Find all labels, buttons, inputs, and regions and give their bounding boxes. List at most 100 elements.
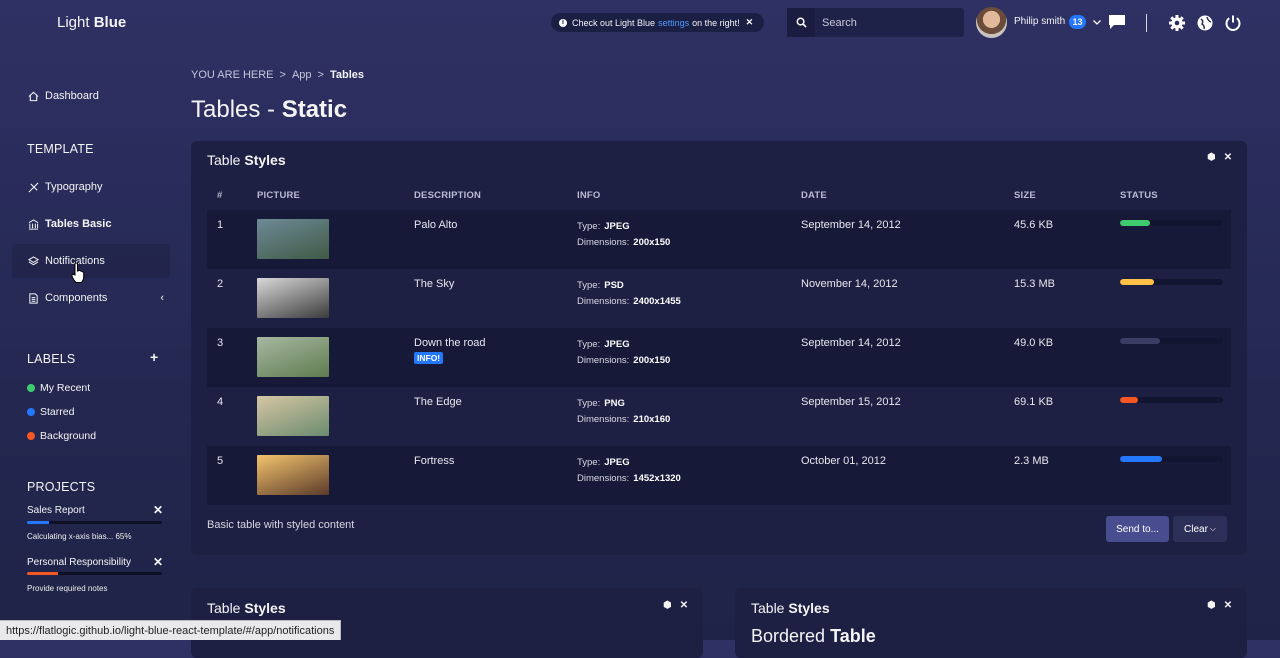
settings-cube-icon[interactable]: ⬢ xyxy=(663,600,672,611)
status-progress-bar xyxy=(1120,220,1223,226)
table-row: 3 Down the road INFO! Type: JPEG Dimensions: 2… xyxy=(207,328,1231,387)
date-cell: October 01, 2012 xyxy=(791,446,1004,505)
close-icon[interactable]: ✕ xyxy=(1224,600,1232,611)
project-progress-bar xyxy=(27,521,162,524)
description-cell: Down the road INFO! xyxy=(404,328,567,387)
info-type-line: Type: JPEG xyxy=(577,337,791,353)
chat-icon[interactable] xyxy=(1108,14,1126,35)
status-progress-fill xyxy=(1120,456,1163,462)
row-thumbnail[interactable] xyxy=(257,396,329,436)
info-cell: Type: PSD Dimensions: 2400x1455 xyxy=(567,269,791,328)
power-icon[interactable] xyxy=(1224,14,1242,37)
sidebar-item-label: Tables Basic xyxy=(45,218,112,230)
logo-bold-text: Blue xyxy=(93,14,127,31)
search-input[interactable] xyxy=(815,8,964,37)
label-item-starred[interactable]: Starred xyxy=(27,406,74,418)
column-header: STATUS xyxy=(1120,189,1158,201)
widget-controls: ⬢ ✕ xyxy=(1207,152,1232,163)
breadcrumb-app[interactable]: App xyxy=(292,69,312,81)
typography-icon xyxy=(27,181,39,193)
breadcrumb-separator: > xyxy=(279,69,286,81)
widget-title: Table Styles xyxy=(751,600,830,616)
status-progress-bar xyxy=(1120,456,1223,462)
user-name[interactable]: Philip smith xyxy=(1014,16,1065,27)
widget-title: Table Styles xyxy=(207,152,286,168)
info-dims-line: Dimensions: 1452x1320 xyxy=(577,471,791,487)
sidebar-item-label: Components xyxy=(45,292,108,304)
widget-subtitle-light: Bordered xyxy=(751,626,831,646)
info-dims-value: 1452x1320 xyxy=(633,473,681,484)
row-thumbnail[interactable] xyxy=(257,337,329,377)
label-text: My Recent xyxy=(40,382,91,394)
row-thumbnail[interactable] xyxy=(257,278,329,318)
date-cell: November 14, 2012 xyxy=(791,269,1004,328)
widget-subtitle-bold: Table xyxy=(830,626,876,646)
widget-title-light: Table xyxy=(207,600,245,616)
info-dims-label: Dimensions: xyxy=(577,237,630,248)
search-box xyxy=(787,8,964,37)
sidebar-item-dashboard[interactable]: Dashboard xyxy=(12,79,170,113)
row-thumbnail[interactable] xyxy=(257,455,329,495)
sidebar-item-label: Dashboard xyxy=(45,90,99,102)
layers-icon xyxy=(27,255,39,267)
close-icon[interactable]: ✕ xyxy=(1224,152,1232,163)
info-dims-label: Dimensions: xyxy=(577,296,630,307)
close-icon[interactable]: ✕ xyxy=(153,503,163,517)
sidebar-item-tables-basic[interactable]: Tables Basic xyxy=(12,207,170,241)
status-cell xyxy=(1110,328,1231,387)
info-type-value: JPEG xyxy=(604,457,630,468)
table-row: 2 The Sky Type: PSD Dimensions: 2400x1455 Nove… xyxy=(207,269,1231,328)
table-row: 1 Palo Alto Type: JPEG Dimensions: 200x150 Sep… xyxy=(207,210,1231,269)
globe-icon[interactable] xyxy=(1196,14,1214,37)
clear-dropdown-button[interactable]: Clear ⌵ xyxy=(1173,516,1227,542)
settings-cube-icon[interactable]: ⬢ xyxy=(1207,152,1216,163)
search-icon[interactable] xyxy=(787,8,815,37)
info-dims-value: 200x150 xyxy=(633,355,671,366)
gear-icon[interactable] xyxy=(1168,14,1186,37)
row-description: Palo Alto xyxy=(414,219,458,231)
sidebar-item-components[interactable]: Components ‹ xyxy=(12,281,170,315)
size-cell: 49.0 KB xyxy=(1004,328,1110,387)
row-number: 1 xyxy=(207,210,247,269)
label-item-my-recent[interactable]: My Recent xyxy=(27,382,90,394)
info-type-value: JPEG xyxy=(604,339,630,350)
close-icon[interactable]: ✕ xyxy=(680,600,688,611)
description-cell: Palo Alto xyxy=(404,210,567,269)
label-dot-icon xyxy=(27,432,35,440)
template-heading: TEMPLATE xyxy=(27,142,94,156)
send-to-button[interactable]: Send to... xyxy=(1106,516,1169,542)
size-cell: 15.3 MB xyxy=(1004,269,1110,328)
app-logo[interactable]: Light Blue xyxy=(57,14,126,31)
info-cell: Type: PNG Dimensions: 210x160 xyxy=(567,387,791,446)
info-type-label: Type: xyxy=(577,457,601,468)
project-note: Calculating x-axis bias... 65% xyxy=(27,532,132,541)
table-header-row: # PICTURE DESCRIPTION INFO DATE SIZE STA… xyxy=(207,180,1231,210)
close-icon[interactable]: ✕ xyxy=(746,17,754,28)
chevron-left-icon: ‹ xyxy=(160,292,164,304)
projects-heading: PROJECTS xyxy=(27,480,96,494)
row-number: 2 xyxy=(207,269,247,328)
home-icon xyxy=(27,90,39,102)
settings-link[interactable]: settings xyxy=(658,18,689,28)
status-cell xyxy=(1110,446,1231,505)
chevron-down-icon[interactable] xyxy=(1092,14,1102,32)
row-thumbnail[interactable] xyxy=(257,219,329,259)
settings-cube-icon[interactable]: ⬢ xyxy=(1207,600,1216,611)
add-label-icon[interactable]: + xyxy=(150,349,158,365)
info-dims-line: Dimensions: 210x160 xyxy=(577,412,791,428)
table-styles-widget-3 xyxy=(735,588,1247,658)
avatar[interactable] xyxy=(976,7,1007,38)
close-icon[interactable]: ✕ xyxy=(153,555,163,569)
table-icon xyxy=(27,218,39,230)
column-header: DESCRIPTION xyxy=(414,189,482,201)
sidebar-item-typography[interactable]: Typography xyxy=(12,170,170,204)
picture-cell xyxy=(247,387,404,446)
table-row: 5 Fortress Type: JPEG Dimensions: 1452x1320 Oc… xyxy=(207,446,1231,505)
sidebar-item-label: Typography xyxy=(45,181,103,193)
sidebar-item-notifications[interactable]: Notifications xyxy=(12,244,170,278)
column-header: # xyxy=(217,189,223,201)
info-cell: Type: JPEG Dimensions: 200x150 xyxy=(567,210,791,269)
widget-subtitle: Bordered Table xyxy=(751,626,876,647)
label-item-background[interactable]: Background xyxy=(27,430,96,442)
document-icon xyxy=(27,292,39,304)
